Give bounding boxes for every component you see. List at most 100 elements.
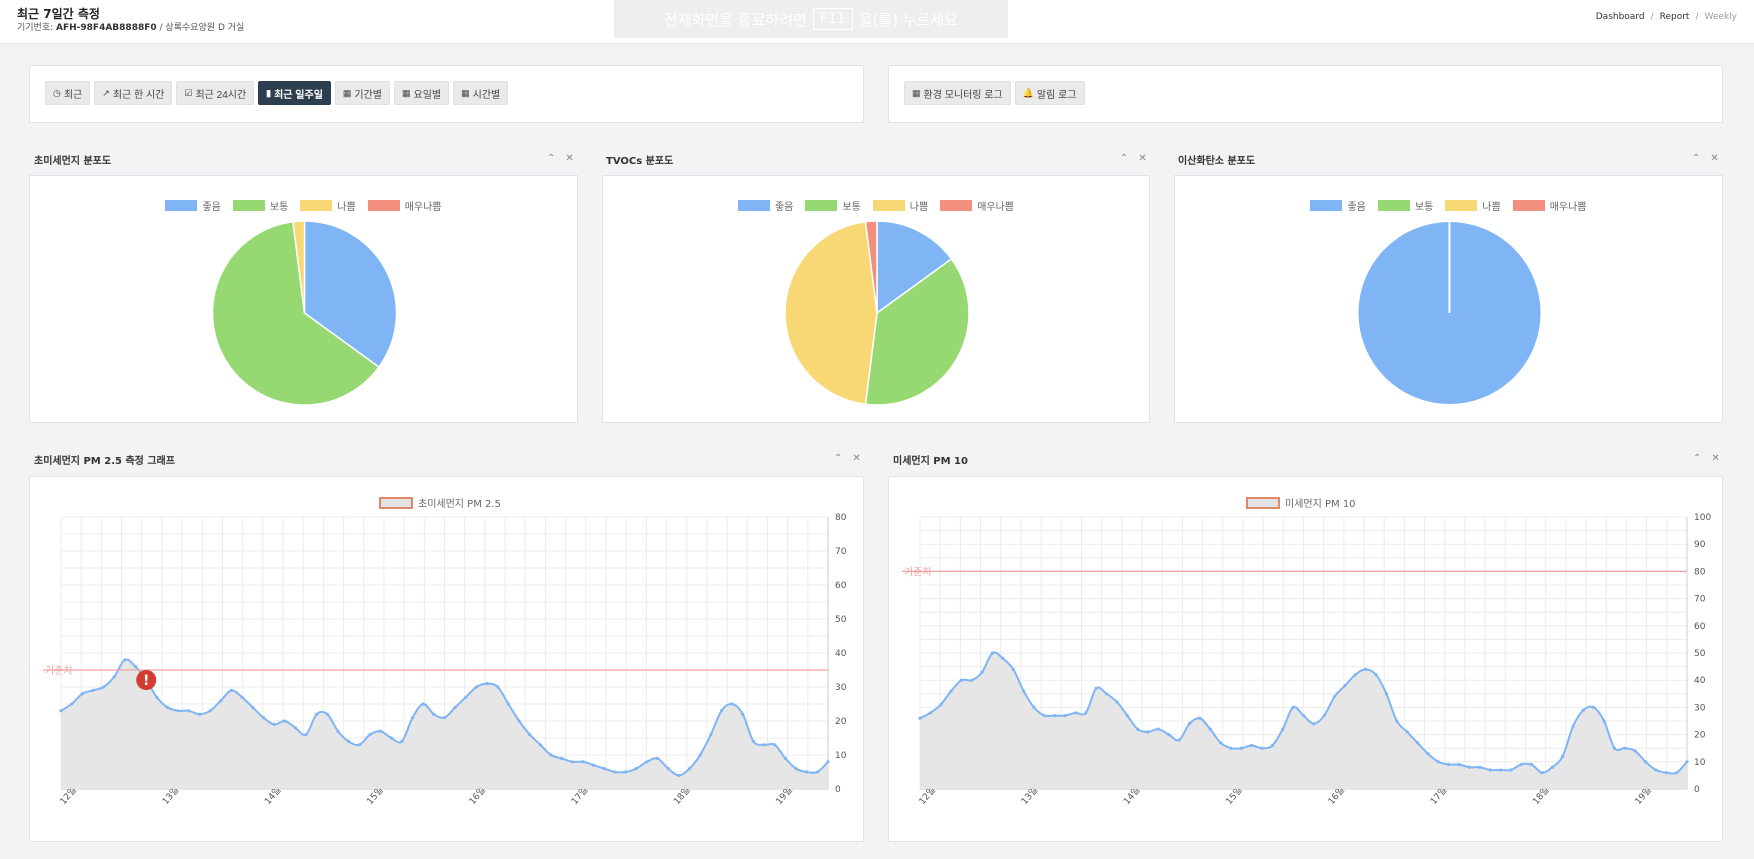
breadcrumb-dashboard[interactable]: Dashboard	[1596, 12, 1645, 22]
pm25-graph-title: 초미세먼지 PM 2.5 측정 그래프	[34, 456, 175, 467]
threshold-label: 기준치	[904, 566, 932, 578]
series-point	[1094, 686, 1098, 690]
series-point	[1312, 722, 1316, 726]
series-point	[613, 770, 617, 774]
series-point	[1343, 684, 1347, 688]
series-point	[826, 760, 830, 764]
series-point	[1001, 656, 1005, 661]
series-point	[304, 733, 308, 737]
period-button-1[interactable]: ◷ 최근	[45, 81, 91, 105]
series-point	[197, 712, 202, 716]
pm10-line-chart: 미세먼지 PM 10010203040506070809010012일 13일 14…	[902, 497, 1711, 807]
pm25-pie-chart	[211, 220, 398, 406]
table-icon: ▦	[461, 87, 470, 98]
bell-icon: 🔔	[1022, 87, 1034, 98]
close-icon[interactable]: ✕	[1710, 153, 1718, 164]
y-tick-label: 10	[1694, 758, 1706, 768]
series-point	[939, 703, 943, 707]
period-button-label: 요일별	[413, 89, 442, 101]
series-point	[517, 719, 521, 723]
series-point	[990, 651, 995, 655]
series-point	[315, 712, 319, 716]
collapse-icon[interactable]: ⌃	[547, 153, 555, 164]
series-point	[794, 767, 798, 771]
close-icon[interactable]: ✕	[852, 453, 860, 464]
tvoc-distribution-card: 좋음 보통 나쁨 매우나쁨	[602, 175, 1150, 423]
series-point	[59, 709, 63, 713]
series-point	[560, 756, 564, 760]
breadcrumb-report[interactable]: Report	[1660, 12, 1690, 22]
y-tick-label: 10	[835, 751, 847, 761]
pm25-line-chart: 초미세먼지 PM 2.50102030405060708012일 13일 14일 15…	[43, 497, 847, 807]
device-info: 기기번호: AFH-98F4AB8888F0 / 상록수요양원 D 거실	[17, 20, 244, 33]
period-button-5[interactable]: ▦ 기간별	[334, 81, 391, 105]
log-button-2[interactable]: 🔔 알림 로그	[1014, 81, 1085, 105]
log-button-1[interactable]: ▦ 환경 모니터링 로그	[904, 81, 1011, 105]
collapse-icon[interactable]: ⌃	[834, 453, 842, 464]
series-point	[1229, 746, 1233, 750]
series-point	[1447, 762, 1451, 767]
series-point	[1104, 692, 1109, 696]
collapse-icon[interactable]: ⌃	[1693, 453, 1701, 464]
top-bar: 최근 7일간 측정 기기번호: AFH-98F4AB8888F0 / 상록수요양…	[0, 0, 1754, 44]
period-button-4[interactable]: ▮ 최근 일주일	[258, 81, 331, 105]
series-point	[1353, 673, 1357, 677]
y-tick-label: 50	[835, 615, 847, 625]
legend-swatch	[1246, 497, 1280, 509]
series-point	[687, 767, 692, 771]
tvoc-distribution-title: TVOCs 분포도	[606, 156, 674, 167]
period-button-label: 시간별	[472, 89, 501, 101]
table-icon: ▦	[402, 87, 411, 98]
y-tick-label: 70	[835, 547, 847, 557]
panel-controls: ⌃ ✕	[1692, 153, 1719, 164]
series-point	[634, 767, 638, 771]
device-location: / 상록수요양원 D 거실	[159, 23, 245, 33]
pm10-graph-title: 미세먼지 PM 10	[893, 456, 968, 467]
clock-icon: ◷	[53, 87, 61, 98]
series-point	[368, 733, 372, 737]
series-point	[208, 709, 212, 713]
series-point	[1146, 730, 1150, 734]
series-point	[293, 726, 297, 730]
series-point	[133, 665, 138, 669]
period-toolbar: ◷ 최근 ↗ 최근 한 시간 ☑ 최근 24시간 ▮ 최근 일주일 ▦ 기간별 ▦ 요일별 ▦ 시간별	[30, 66, 863, 120]
series-point	[496, 685, 500, 689]
calendar-check-icon: ☑	[184, 87, 193, 98]
series-point	[1063, 713, 1067, 718]
series-point	[442, 716, 447, 720]
collapse-icon[interactable]: ⌃	[1692, 153, 1700, 164]
series-point	[1509, 768, 1513, 772]
series-point	[677, 773, 681, 777]
series-point	[1685, 760, 1689, 764]
close-icon[interactable]: ✕	[1711, 453, 1719, 464]
device-id: AFH-98F4AB8888F0	[56, 23, 157, 33]
series-point	[1602, 719, 1606, 723]
period-button-6[interactable]: ▦ 요일별	[394, 81, 450, 105]
series-point	[623, 770, 628, 774]
series-point	[1332, 694, 1337, 699]
series-point	[1032, 705, 1036, 709]
panel-controls: ⌃ ✕	[1693, 453, 1720, 464]
series-point	[251, 705, 255, 709]
series-point	[261, 716, 266, 720]
trend-icon: ↗	[102, 87, 110, 98]
y-tick-label: 70	[1694, 595, 1706, 605]
period-button-3[interactable]: ☑ 최근 24시간	[176, 81, 255, 105]
series-point	[1250, 743, 1254, 748]
series-point	[1011, 667, 1015, 671]
collapse-icon[interactable]: ⌃	[1120, 153, 1128, 164]
close-icon[interactable]: ✕	[1138, 153, 1146, 164]
close-icon[interactable]: ✕	[565, 153, 573, 164]
series-point	[1415, 741, 1420, 745]
series-point	[549, 753, 553, 757]
series-point	[1374, 673, 1378, 677]
series-point	[219, 699, 223, 703]
period-button-7[interactable]: ▦ 시간별	[453, 81, 509, 105]
series-point	[1218, 741, 1223, 745]
series-point	[1488, 768, 1492, 772]
period-button-2[interactable]: ↗ 최근 한 시간	[94, 81, 173, 105]
series-point	[719, 709, 724, 713]
series-point	[918, 716, 922, 720]
tvoc-pie-chart	[784, 220, 970, 406]
period-button-label: 기간별	[354, 89, 383, 101]
